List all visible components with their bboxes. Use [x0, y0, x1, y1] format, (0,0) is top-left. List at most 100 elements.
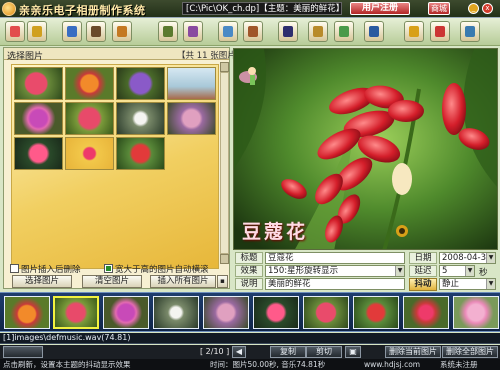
effects-icon[interactable] — [243, 21, 263, 42]
date-value: 2008-04-30 — [442, 253, 492, 263]
image-selection-panel: 选择图片 【共 11 张图片】 图片插入后删除 宽大于高的图片自动横滚 选择图片… — [3, 47, 244, 289]
music-file-display[interactable]: [1]images\defmusic.wav(74.81) — [0, 333, 500, 344]
export-icon[interactable] — [112, 21, 132, 42]
app-title: 亲亲乐电子相册制作系统 — [19, 4, 146, 17]
toolbar — [0, 18, 500, 46]
filmstrip-thumbnail[interactable] — [303, 296, 349, 329]
filmstrip-thumbnail[interactable] — [153, 296, 199, 329]
date-label: 日期 — [409, 252, 437, 264]
filmstrip-thumbnail[interactable] — [103, 296, 149, 329]
cut-button[interactable]: 剪切 — [306, 346, 342, 358]
prev-page-icon[interactable]: ◀ — [232, 346, 246, 358]
chevron-down-icon[interactable]: ▼ — [395, 266, 404, 276]
description-input[interactable]: 美丽的鲜花 — [265, 278, 405, 290]
shake-select[interactable]: 静止 ▼ — [439, 278, 496, 290]
filmstrip — [0, 292, 500, 332]
paste-icon[interactable]: ▣ — [345, 346, 361, 358]
app-logo-icon — [2, 2, 16, 16]
panel-header: 选择图片 【共 11 张图片】 — [4, 48, 244, 62]
date-picker[interactable]: 2008-04-30 ▼ — [439, 252, 496, 264]
exit-icon[interactable] — [460, 21, 480, 42]
help-icon[interactable] — [430, 21, 450, 42]
delay-label: 延迟 — [409, 265, 437, 277]
delay-input[interactable]: 5 ▼ — [439, 265, 475, 277]
close-button[interactable]: x — [482, 3, 493, 14]
wide-image-scroll-label: 宽大于高的图片自动横滚 — [115, 265, 209, 275]
effect-label: 效果 — [235, 265, 263, 277]
chevron-down-icon[interactable]: ▼ — [465, 266, 474, 276]
thumbnail[interactable] — [14, 102, 63, 135]
thumbnail[interactable] — [167, 102, 216, 135]
effect-select[interactable]: 150:星形旋转显示 ▼ — [265, 265, 405, 277]
image-preview: 豆蔻花 — [233, 48, 498, 250]
shake-button[interactable]: 抖动 — [409, 278, 437, 291]
delete-after-insert-checkbox[interactable] — [10, 264, 19, 273]
settings-icon[interactable] — [334, 21, 354, 42]
insert-image-icon[interactable] — [158, 21, 178, 42]
effect-value: 150:星形旋转显示 — [268, 266, 339, 276]
preview-icon[interactable] — [308, 21, 328, 42]
filmstrip-thumbnail[interactable] — [453, 296, 499, 329]
delay-unit: 秒 — [479, 268, 488, 278]
file-path-display: [C:\Pic\OK_ch.dp]【主题：美丽的鲜花】 — [182, 2, 342, 15]
description-label: 说明 — [235, 278, 263, 290]
filmstrip-thumbnail[interactable] — [253, 296, 299, 329]
image-properties-icon[interactable] — [183, 21, 203, 42]
insert-options-icon[interactable]: ▪ — [217, 275, 228, 288]
filmstrip-thumbnail-selected[interactable] — [53, 296, 99, 329]
shake-value: 静止 — [442, 279, 460, 289]
filmstrip-thumbnail[interactable] — [203, 296, 249, 329]
title-label: 标题 — [235, 252, 263, 264]
status-time: 时间：图片50.00秒, 音乐74.81秒 — [210, 360, 326, 369]
status-registration: 系统未注册 — [440, 360, 478, 369]
delay-value: 5 — [442, 266, 448, 276]
clear-images-button[interactable]: 清空图片 — [82, 275, 142, 288]
copy-button[interactable]: 复制 — [270, 346, 306, 358]
status-hint: 点击刷新，设置本主题的抖动显示效果 — [3, 360, 131, 369]
save-icon[interactable] — [62, 21, 82, 42]
shop-button[interactable]: 商城 — [428, 2, 450, 15]
thumbnail[interactable] — [14, 67, 63, 100]
burn-cd-icon[interactable] — [404, 21, 424, 42]
thumbnail[interactable] — [116, 67, 165, 100]
scrollbar-track[interactable] — [220, 72, 229, 254]
image-properties-panel: 标题 豆蔻花 效果 150:星形旋转显示 ▼ 说明 美丽的鲜花 日期 2008-… — [233, 251, 498, 291]
delete-all-images-button[interactable]: 删除全部图片 — [442, 346, 498, 358]
page-indicator: [ 2/10 ] — [200, 347, 230, 356]
open-album-icon[interactable] — [27, 21, 47, 42]
status-bar: 点击刷新，设置本主题的抖动显示效果 时间：图片50.00秒, 音乐74.81秒 … — [0, 359, 500, 370]
thumbnail[interactable] — [65, 67, 114, 100]
thumbnail[interactable] — [65, 137, 114, 170]
control-bar: [ 2/10 ] ◀ 复制 剪切 ▣ 删除当前图片 删除全部图片 — [0, 345, 500, 359]
publish-icon[interactable] — [364, 21, 384, 42]
thumbnail-grid — [11, 64, 219, 269]
register-button[interactable]: 用户注册 — [350, 2, 410, 15]
filmstrip-thumbnail[interactable] — [4, 296, 50, 329]
thumbnail[interactable] — [116, 102, 165, 135]
thumbnail[interactable] — [14, 137, 63, 170]
panel-title: 选择图片 — [7, 52, 44, 62]
delete-after-insert-label: 图片插入后删除 — [21, 265, 81, 275]
progress-bar[interactable] — [3, 346, 43, 358]
wide-image-scroll-checkbox[interactable] — [104, 264, 113, 273]
scroll-down-button[interactable] — [220, 254, 229, 264]
scroll-up-button[interactable] — [220, 62, 229, 72]
save-as-icon[interactable] — [86, 21, 106, 42]
chevron-down-icon[interactable]: ▼ — [486, 279, 495, 289]
filmstrip-thumbnail[interactable] — [403, 296, 449, 329]
minimize-button[interactable]: _ — [468, 3, 479, 14]
insert-all-images-button[interactable]: 插入所有图片 — [150, 275, 216, 288]
title-input[interactable]: 豆蔻花 — [265, 252, 405, 264]
filmstrip-thumbnail[interactable] — [353, 296, 399, 329]
thumbnail[interactable] — [167, 67, 216, 100]
new-album-icon[interactable] — [5, 21, 25, 42]
title-bar: 亲亲乐电子相册制作系统 [C:\Pic\OK_ch.dp]【主题：美丽的鲜花】 … — [0, 0, 500, 18]
delete-current-image-button[interactable]: 删除当前图片 — [385, 346, 441, 358]
status-url[interactable]: www.hdjsj.com — [364, 359, 420, 370]
select-images-button[interactable]: 选择图片 — [12, 275, 72, 288]
background-icon[interactable] — [218, 21, 238, 42]
thumbnail[interactable] — [65, 102, 114, 135]
chevron-down-icon[interactable]: ▼ — [486, 253, 495, 263]
thumbnail[interactable] — [116, 137, 165, 170]
music-icon[interactable] — [278, 21, 298, 42]
